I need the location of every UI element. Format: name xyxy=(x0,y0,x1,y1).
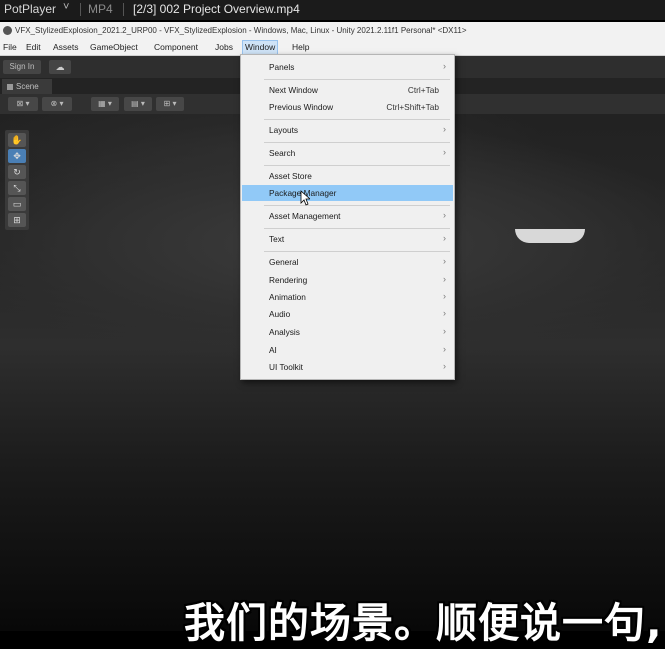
menu-item-asset-store[interactable]: Asset Store xyxy=(242,168,453,184)
menu-item-previous-window[interactable]: Previous Window Ctrl+Shift+Tab xyxy=(242,99,453,115)
menu-item-text[interactable]: Text › xyxy=(242,231,453,247)
menu-item-search[interactable]: Search › xyxy=(242,145,453,161)
menu-item-label: UI Toolkit xyxy=(269,362,303,372)
menu-item-asset-management[interactable]: Asset Management › xyxy=(242,208,453,224)
menu-item-layouts[interactable]: Layouts › xyxy=(242,122,453,138)
shortcut-label: Ctrl+Shift+Tab xyxy=(386,102,439,112)
menu-window[interactable]: Window xyxy=(242,40,279,55)
cloud-icon[interactable]: ☁ xyxy=(49,60,71,74)
chevron-right-icon: › xyxy=(443,291,446,301)
menu-component[interactable]: Component xyxy=(154,42,198,52)
move-tool-icon[interactable]: ✥ xyxy=(8,149,26,163)
divider xyxy=(123,3,124,16)
rotate-tool-icon[interactable]: ↻ xyxy=(8,165,26,179)
menu-item-label: Audio xyxy=(269,309,291,319)
chevron-right-icon: › xyxy=(443,326,446,336)
menu-file[interactable]: File xyxy=(3,42,17,52)
tab-scene-label: Scene xyxy=(16,82,39,91)
menu-item-label: Previous Window xyxy=(269,102,334,112)
chevron-right-icon: › xyxy=(443,344,446,354)
menu-divider xyxy=(264,228,450,229)
unity-title-bar: VFX_StylizedExplosion_2021.2_URP00 - VFX… xyxy=(0,22,665,40)
video-subtitle: 我们的场景。顺便说一句, xyxy=(184,599,663,647)
chevron-right-icon: › xyxy=(443,233,446,243)
menu-item-label: General xyxy=(269,257,299,267)
menu-item-label: Search xyxy=(269,148,296,158)
menu-jobs[interactable]: Jobs xyxy=(215,42,233,52)
menu-item-label: Text xyxy=(269,234,285,244)
menu-divider xyxy=(264,165,450,166)
menu-item-label: Panels xyxy=(269,62,295,72)
menu-item-label: Next Window xyxy=(269,85,318,95)
video-title: [2/3] 002 Project Overview.mp4 xyxy=(133,2,300,16)
menu-divider xyxy=(264,79,450,80)
chevron-right-icon: › xyxy=(443,61,446,71)
divider xyxy=(80,3,81,16)
chevron-right-icon: › xyxy=(443,210,446,220)
scene-icon xyxy=(7,83,13,90)
unity-window-title: VFX_StylizedExplosion_2021.2_URP00 - VFX… xyxy=(15,26,467,35)
menu-item-package-manager[interactable]: Package Manager xyxy=(242,185,453,201)
gizmo-tool-button[interactable]: ⊠ ▾ xyxy=(8,97,38,111)
shortcut-label: Ctrl+Tab xyxy=(407,85,439,95)
menu-item-audio[interactable]: Audio › xyxy=(242,306,453,322)
chevron-right-icon: › xyxy=(443,124,446,134)
sign-in-button[interactable]: Sign In xyxy=(3,60,41,74)
chevron-right-icon: › xyxy=(443,274,446,284)
chevron-right-icon: › xyxy=(443,147,446,157)
menu-item-animation[interactable]: Animation › xyxy=(242,289,453,305)
menu-item-general[interactable]: General › xyxy=(242,254,453,270)
grid-snapping-button[interactable]: ▦ ▾ xyxy=(91,97,119,111)
mouse-cursor-icon xyxy=(300,190,310,206)
orientation-button[interactable]: ⊗ ▾ xyxy=(42,97,72,111)
scale-tool-icon[interactable]: ⤡ xyxy=(8,181,26,195)
menu-item-ai[interactable]: AI › xyxy=(242,342,453,358)
align-button[interactable]: ⊞ ▾ xyxy=(156,97,184,111)
chevron-right-icon: › xyxy=(443,361,446,371)
chevron-right-icon: › xyxy=(443,308,446,318)
menu-item-label: Animation xyxy=(269,292,306,302)
menu-item-ui-toolkit[interactable]: UI Toolkit › xyxy=(242,359,453,375)
chevron-right-icon: › xyxy=(443,256,446,266)
tab-scene[interactable]: Scene xyxy=(2,79,52,94)
terrain-highlight xyxy=(515,229,585,243)
unity-logo-icon xyxy=(3,26,12,35)
menu-item-label: Layouts xyxy=(269,125,299,135)
menu-item-label: Asset Store xyxy=(269,171,312,181)
menu-item-rendering[interactable]: Rendering › xyxy=(242,272,453,288)
transform-tool-icon[interactable]: ⊞ xyxy=(8,213,26,227)
menu-item-panels[interactable]: Panels › xyxy=(242,59,453,75)
menu-divider xyxy=(264,142,450,143)
tools-overlay: ✋ ✥ ↻ ⤡ ▭ ⊞ xyxy=(5,130,29,230)
menu-divider xyxy=(264,205,450,206)
menu-item-label: Asset Management xyxy=(269,211,341,221)
menu-item-label: AI xyxy=(269,345,277,355)
potplayer-menu-label[interactable]: PotPlayer xyxy=(4,2,56,16)
menu-item-next-window[interactable]: Next Window Ctrl+Tab xyxy=(242,82,453,98)
menu-assets[interactable]: Assets xyxy=(53,42,79,52)
rect-tool-icon[interactable]: ▭ xyxy=(8,197,26,211)
menu-edit[interactable]: Edit xyxy=(26,42,41,52)
menu-divider xyxy=(264,119,450,120)
hand-tool-icon[interactable]: ✋ xyxy=(8,133,26,147)
menu-divider xyxy=(264,251,450,252)
increment-snap-button[interactable]: ▤ ▾ xyxy=(124,97,152,111)
menu-item-label: Rendering xyxy=(269,275,308,285)
menu-help[interactable]: Help xyxy=(292,42,309,52)
chevron-down-icon[interactable]: ˅ xyxy=(63,1,69,13)
potplayer-title-bar: PotPlayer ˅ MP4 [2/3] 002 Project Overvi… xyxy=(0,0,665,20)
format-label: MP4 xyxy=(88,2,113,16)
menu-item-analysis[interactable]: Analysis › xyxy=(242,324,453,340)
menu-item-label: Analysis xyxy=(269,327,300,337)
menu-gameobject[interactable]: GameObject xyxy=(90,42,138,52)
window-menu-dropdown: Panels › Next Window Ctrl+Tab Previous Win… xyxy=(240,54,455,380)
